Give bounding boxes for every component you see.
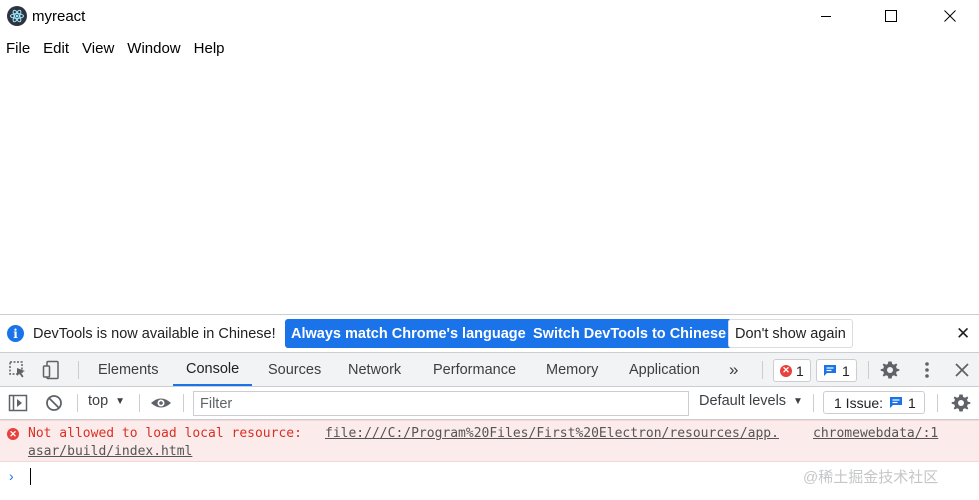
close-devtools-icon[interactable] (952, 360, 972, 380)
menu-window[interactable]: Window (121, 36, 187, 62)
dont-show-again-button[interactable]: Don't show again (728, 319, 853, 348)
issues-count: 1 (908, 394, 916, 411)
tab-elements[interactable]: Elements (98, 353, 158, 386)
infobar-message: DevTools is now available in Chinese! (33, 326, 276, 342)
issue-message-icon (890, 397, 903, 408)
prompt-chevron-icon: › (9, 468, 14, 484)
eye-icon[interactable] (150, 393, 171, 413)
tab-performance[interactable]: Performance (433, 353, 516, 386)
title-bar: myreact (0, 0, 979, 34)
maximize-button[interactable] (868, 0, 914, 32)
console-settings-gear-icon[interactable] (951, 393, 971, 413)
minimize-button[interactable] (803, 0, 849, 32)
tab-sources[interactable]: Sources (268, 353, 321, 386)
window-title: myreact (32, 8, 86, 25)
electron-icon (7, 6, 27, 26)
close-window-button[interactable] (927, 0, 973, 32)
show-sidebar-icon[interactable] (8, 393, 28, 413)
error-text: Not allowed to load local resource: (28, 426, 302, 441)
clear-console-icon[interactable] (44, 393, 64, 413)
log-levels-label: Default levels (699, 393, 787, 409)
divider (937, 394, 938, 412)
switch-to-chinese-button[interactable]: Switch DevTools to Chinese (527, 319, 733, 348)
error-source-link[interactable]: chromewebdata/:1 (813, 426, 938, 441)
language-infobar: i DevTools is now available in Chinese! … (0, 315, 979, 353)
text-caret (30, 468, 31, 485)
divider (813, 394, 814, 412)
inspect-element-icon[interactable] (8, 360, 28, 380)
menu-view[interactable]: View (76, 36, 121, 62)
watermark: @稀土掘金技术社区 (803, 469, 939, 486)
tab-application[interactable]: Application (629, 353, 700, 386)
devtools-tabbar: Elements Console Sources Network Perform… (0, 353, 979, 387)
log-levels-dropdown[interactable]: Default levels ▼ (699, 393, 803, 409)
filter-input[interactable]: Filter (193, 391, 689, 416)
error-icon: ✕ (780, 364, 792, 377)
message-count: 1 (842, 362, 850, 379)
match-language-button[interactable]: Always match Chrome's language (285, 319, 532, 348)
more-options-icon[interactable] (917, 360, 937, 380)
close-infobar-icon[interactable]: ✕ (956, 324, 970, 344)
console-error-message: ✕ Not allowed to load local resource: fi… (0, 420, 979, 462)
more-tabs-icon[interactable]: » (729, 353, 738, 386)
divider (139, 394, 140, 412)
context-selector[interactable]: top ▼ (88, 393, 125, 409)
divider (77, 394, 78, 412)
menu-edit[interactable]: Edit (37, 36, 76, 62)
menu-bar: File Edit View Window Help (0, 36, 232, 62)
devtools-panel: i DevTools is now available in Chinese! … (0, 314, 979, 500)
console-toolbar: top ▼ Filter Default levels ▼ 1 Issue: 1 (0, 387, 979, 420)
device-toolbar-icon[interactable] (42, 360, 62, 380)
error-count: 1 (796, 362, 804, 379)
app-content (0, 64, 979, 314)
settings-gear-icon[interactable] (880, 360, 900, 380)
context-value: top (88, 393, 109, 409)
divider (762, 361, 763, 379)
tab-memory[interactable]: Memory (546, 353, 598, 386)
message-count-badge[interactable]: 1 (816, 359, 857, 382)
tab-console[interactable]: Console (173, 353, 253, 386)
chevron-down-icon: ▼ (115, 395, 126, 407)
issues-button[interactable]: 1 Issue: 1 (823, 391, 925, 414)
menu-file[interactable]: File (0, 36, 37, 62)
menu-help[interactable]: Help (188, 36, 232, 62)
divider (183, 394, 184, 412)
divider (868, 361, 869, 379)
chevron-down-icon: ▼ (793, 395, 803, 407)
message-icon (824, 365, 836, 376)
error-count-badge[interactable]: ✕ 1 (773, 359, 811, 382)
info-icon: i (7, 325, 24, 342)
error-url-link-continued[interactable]: asar/build/index.html (28, 444, 192, 459)
tab-network[interactable]: Network (348, 353, 401, 386)
issues-label: 1 Issue: (834, 394, 884, 411)
divider (78, 361, 79, 379)
error-icon: ✕ (7, 428, 19, 440)
error-url-link[interactable]: file:///C:/Program%20Files/First%20Elect… (325, 426, 779, 441)
